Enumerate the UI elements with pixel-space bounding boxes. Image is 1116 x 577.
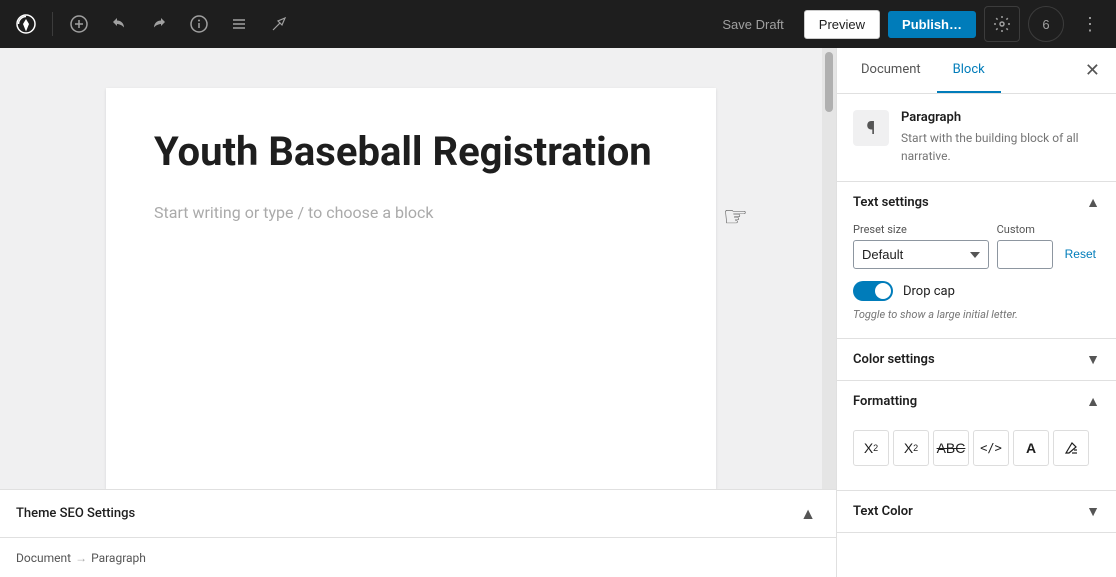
inline-code-button[interactable]: </> (973, 430, 1009, 466)
text-settings-body: Preset size Default Custom Reset Drop ca… (837, 223, 1116, 338)
color-settings-title: Color settings (853, 352, 935, 367)
color-settings-chevron-icon: ▼ (1086, 351, 1100, 368)
cursor-icon: ☞ (723, 200, 748, 233)
editor-scroll[interactable]: Youth Baseball Registration Start writin… (0, 48, 822, 489)
formatting-chevron-icon: ▲ (1086, 393, 1100, 410)
add-block-button[interactable] (61, 6, 97, 42)
save-draft-button[interactable]: Save Draft (710, 11, 795, 38)
tools-button[interactable] (261, 6, 297, 42)
user-count: 6 (1042, 17, 1049, 32)
text-color-chevron-icon: ▼ (1086, 503, 1100, 520)
sidebar-content: ¶ Paragraph Start with the building bloc… (837, 94, 1116, 577)
drop-cap-toggle[interactable] (853, 281, 893, 301)
superscript-button[interactable]: X2 (853, 430, 889, 466)
preset-size-label: Preset size (853, 223, 989, 236)
block-info: ¶ Paragraph Start with the building bloc… (837, 94, 1116, 182)
user-button[interactable]: 6 (1028, 6, 1064, 42)
text-color-title: Text Color (853, 504, 913, 519)
block-description: Paragraph Start with the building block … (901, 110, 1100, 165)
scrollbar-thumb[interactable] (825, 52, 833, 112)
formatting-body: X2 X2 ABC </> A (837, 422, 1116, 490)
strikethrough-button[interactable]: ABC (933, 430, 969, 466)
formatting-icons-row: X2 X2 ABC </> A (853, 422, 1100, 474)
text-color-header[interactable]: Text Color ▼ (837, 491, 1116, 532)
formatting-section: Formatting ▲ X2 X2 ABC </> A (837, 381, 1116, 491)
more-options-button[interactable]: ⋮ (1072, 6, 1108, 42)
list-view-button[interactable] (221, 6, 257, 42)
editor-area: Youth Baseball Registration Start writin… (0, 48, 836, 577)
main-area: Youth Baseball Registration Start writin… (0, 48, 1116, 577)
sidebar-close-button[interactable]: ✕ (1077, 52, 1108, 89)
keyboard-button[interactable]: A (1013, 430, 1049, 466)
subscript-button[interactable]: X2 (893, 430, 929, 466)
reset-button[interactable]: Reset (1061, 247, 1100, 261)
text-settings-title: Text settings (853, 195, 929, 210)
sidebar-tabs: Document Block ✕ (837, 48, 1116, 94)
text-color-section: Text Color ▼ (837, 491, 1116, 533)
breadcrumb-separator: → (75, 551, 87, 565)
tab-document[interactable]: Document (845, 48, 937, 93)
settings-button[interactable] (984, 6, 1020, 42)
preview-button[interactable]: Preview (804, 10, 880, 39)
formatting-header[interactable]: Formatting ▲ (837, 381, 1116, 422)
formatting-title: Formatting (853, 394, 917, 409)
editor-scrollbar[interactable] (822, 48, 836, 489)
seo-toggle-button[interactable]: ▲ (796, 502, 820, 526)
block-title: Paragraph (901, 110, 1100, 125)
wp-logo[interactable] (8, 6, 44, 42)
custom-label: Custom (997, 223, 1053, 236)
breadcrumb-block[interactable]: Paragraph (91, 551, 146, 565)
clear-formatting-button[interactable] (1053, 430, 1089, 466)
editor-placeholder: Start writing or type / to choose a bloc… (154, 200, 668, 226)
color-settings-header[interactable]: Color settings ▼ (837, 339, 1116, 380)
text-settings-section: Text settings ▲ Preset size Default Cust… (837, 182, 1116, 339)
seo-settings-label: Theme SEO Settings (16, 506, 135, 521)
tab-block[interactable]: Block (937, 48, 1001, 93)
seo-settings-bar: Theme SEO Settings ▲ (0, 489, 836, 537)
publish-button[interactable]: Publish… (888, 11, 976, 38)
drop-cap-label: Drop cap (903, 284, 955, 299)
text-settings-chevron-icon: ▲ (1086, 194, 1100, 211)
editor-body[interactable]: Start writing or type / to choose a bloc… (154, 200, 668, 226)
sidebar: Document Block ✕ ¶ Paragraph Start with … (836, 48, 1116, 577)
drop-cap-hint: Toggle to show a large initial letter. (853, 307, 1100, 322)
editor-title[interactable]: Youth Baseball Registration (154, 128, 668, 176)
block-desc-text: Start with the building block of all nar… (901, 129, 1100, 165)
color-settings-section: Color settings ▼ (837, 339, 1116, 381)
redo-button[interactable] (141, 6, 177, 42)
custom-size-input[interactable] (997, 240, 1053, 269)
text-settings-header[interactable]: Text settings ▲ (837, 182, 1116, 223)
toolbar-divider (52, 12, 53, 36)
toolbar: Save Draft Preview Publish… 6 ⋮ (0, 0, 1116, 48)
breadcrumb: Document → Paragraph (0, 537, 836, 577)
block-paragraph-icon: ¶ (853, 110, 889, 146)
paragraph-symbol: ¶ (867, 118, 876, 139)
editor-canvas[interactable]: Youth Baseball Registration Start writin… (106, 88, 716, 489)
undo-button[interactable] (101, 6, 137, 42)
drop-cap-row: Drop cap (853, 281, 1100, 301)
breadcrumb-document[interactable]: Document (16, 551, 71, 565)
preset-size-select[interactable]: Default (853, 240, 989, 269)
info-button[interactable] (181, 6, 217, 42)
